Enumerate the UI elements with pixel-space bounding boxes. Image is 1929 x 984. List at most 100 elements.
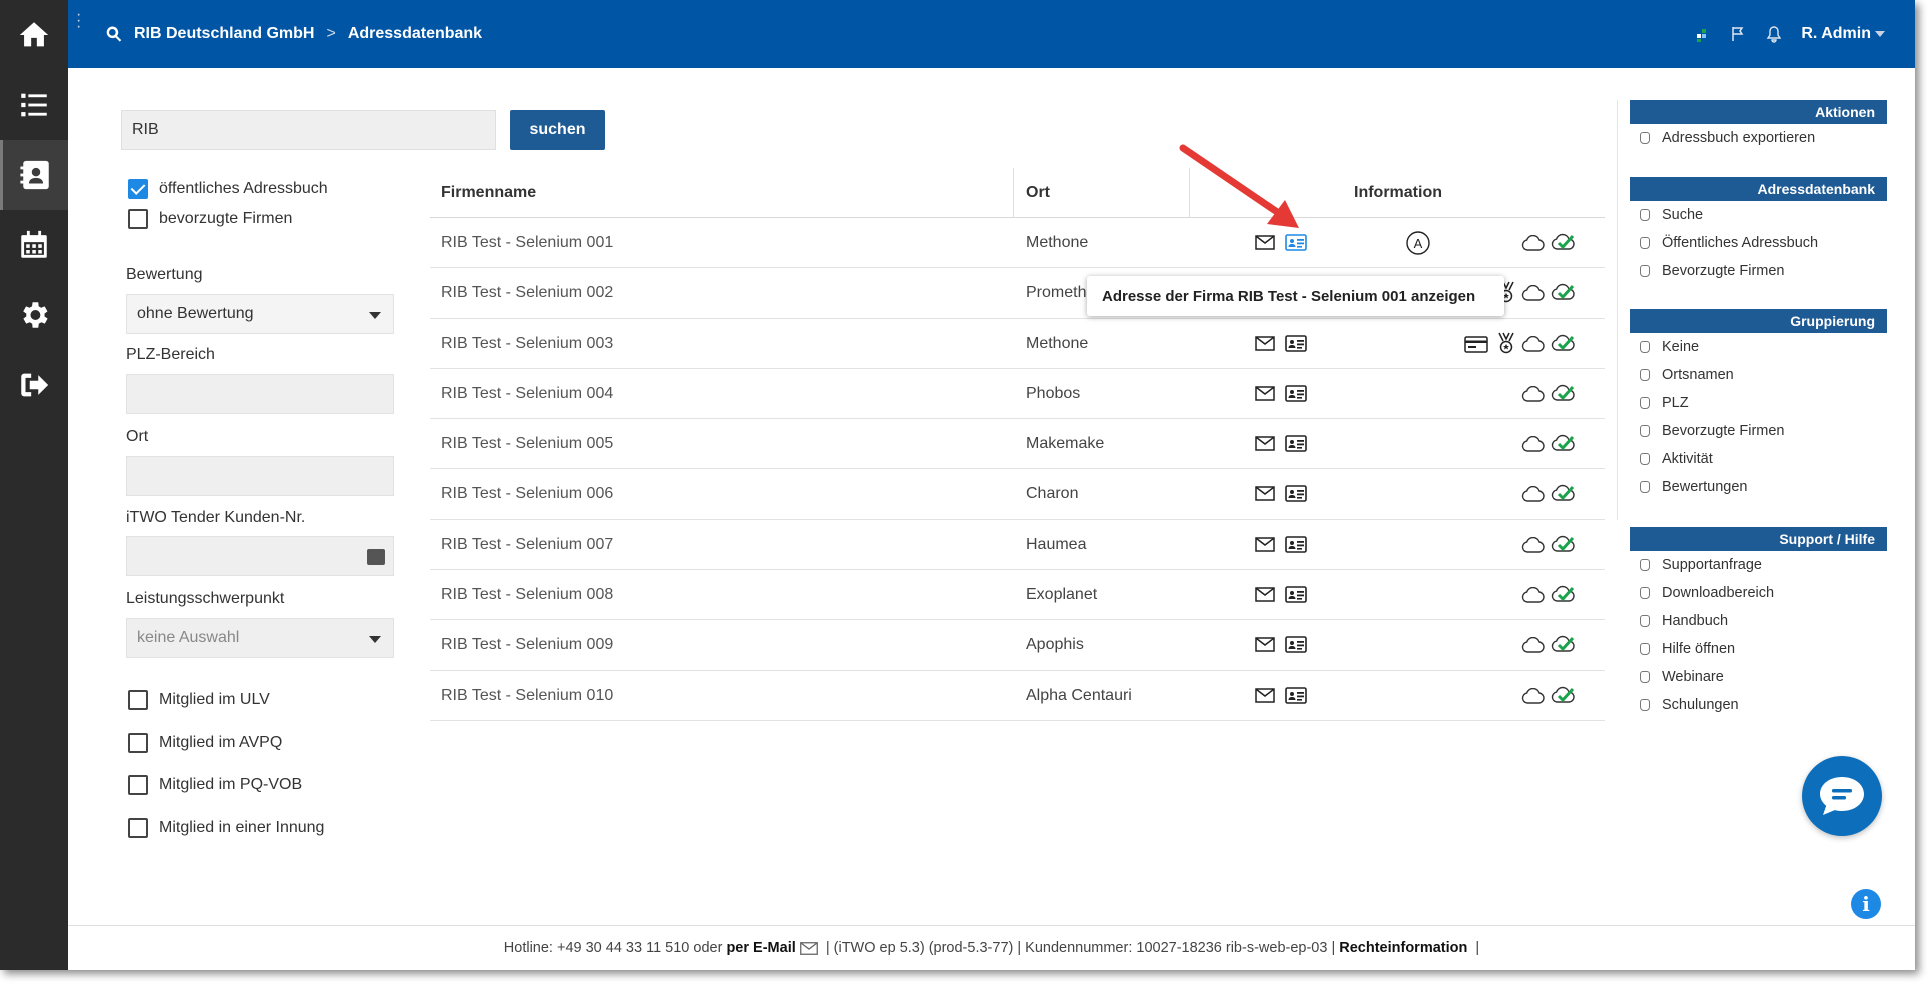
firm-name[interactable]: RIB Test - Selenium 003 [441, 319, 613, 369]
sidebar-link[interactable]: Aktivität [1630, 445, 1887, 473]
sidebar-link[interactable]: Bevorzugte Firmen [1630, 257, 1887, 285]
sidebar-link[interactable]: Bewertungen [1630, 473, 1887, 501]
address-card-icon[interactable] [1285, 435, 1307, 452]
column-header-firmenname[interactable]: Firmenname [441, 168, 536, 218]
filter-membership-pqvob[interactable]: Mitglied im PQ-VOB [128, 775, 302, 795]
footer: Hotline: +49 30 44 33 11 510 oder per E-… [68, 925, 1915, 970]
mail-icon[interactable] [1255, 537, 1275, 552]
bell-icon[interactable] [1765, 25, 1783, 43]
search-button[interactable]: suchen [510, 110, 605, 150]
mail-icon[interactable] [1255, 486, 1275, 502]
mail-icon[interactable] [1255, 637, 1275, 653]
address-card-icon[interactable] [1285, 586, 1307, 603]
sidebar-link[interactable]: PLZ [1630, 389, 1887, 417]
customer-no-input[interactable] [126, 536, 394, 576]
table-row[interactable]: RIB Test - Selenium 004 Phobos [430, 369, 1605, 420]
chat-button[interactable] [1802, 756, 1882, 836]
breadcrumb-company[interactable]: RIB Deutschland GmbH [134, 25, 314, 43]
table-row[interactable]: RIB Test - Selenium 007 Haumea [430, 520, 1605, 571]
table-row[interactable]: RIB Test - Selenium 010 Alpha Centauri [430, 671, 1605, 721]
sidebar-link[interactable]: Handbuch [1630, 607, 1887, 635]
address-card-icon[interactable] [1285, 485, 1307, 503]
mail-icon[interactable] [1255, 687, 1275, 703]
cloud-check-icon [1551, 585, 1577, 603]
sidebar-link[interactable]: Suche [1630, 201, 1887, 229]
membership-label: Mitglied im ULV [159, 691, 270, 708]
filter-preferred-firms[interactable]: bevorzugte Firmen [128, 209, 292, 229]
firm-name[interactable]: RIB Test - Selenium 005 [441, 419, 613, 469]
mail-icon[interactable] [799, 941, 818, 955]
more-vertical-icon[interactable]: · · · [76, 7, 81, 35]
search-input[interactable] [121, 110, 496, 150]
breadcrumb-page: Adressdatenbank [347, 25, 483, 42]
rating-select[interactable]: ohne Bewertung [126, 294, 394, 334]
sidebar-link-label: Webinare [1662, 669, 1724, 685]
cloud-check-icon [1551, 686, 1577, 704]
checkbox[interactable] [128, 690, 148, 710]
filter-membership-avpq[interactable]: Mitglied im AVPQ [128, 733, 282, 753]
firm-name[interactable]: RIB Test - Selenium 008 [441, 570, 613, 620]
contacts-nav[interactable] [0, 140, 68, 210]
column-header-ort[interactable]: Ort [1026, 168, 1050, 218]
filter-public-addressbook[interactable]: öffentliches Adressbuch [128, 179, 328, 199]
info-icon[interactable]: i [1851, 889, 1881, 919]
sidebar-link[interactable]: Öffentliches Adressbuch [1630, 229, 1887, 257]
firm-name[interactable]: RIB Test - Selenium 006 [441, 469, 613, 519]
table-row[interactable]: RIB Test - Selenium 001 Methone A [430, 218, 1605, 269]
sidebar-panel-support: Support / Hilfe Supportanfrage Downloadber… [1630, 527, 1887, 719]
city-input[interactable] [126, 456, 394, 496]
list-nav[interactable] [0, 70, 68, 140]
home-nav[interactable] [0, 0, 68, 70]
checkbox-checked[interactable] [128, 179, 148, 199]
checkbox[interactable] [128, 775, 148, 795]
firm-name[interactable]: RIB Test - Selenium 009 [441, 620, 613, 670]
sidebar-link[interactable]: Hilfe öffnen [1630, 635, 1887, 663]
flag-icon[interactable] [1729, 25, 1747, 43]
firm-name[interactable]: RIB Test - Selenium 007 [441, 520, 613, 570]
apps-icon[interactable] [1693, 25, 1711, 43]
address-card-icon[interactable] [1285, 535, 1307, 553]
mail-icon[interactable] [1255, 587, 1275, 602]
settings-nav[interactable] [0, 280, 68, 350]
sidebar-link[interactable]: Schulungen [1630, 691, 1887, 719]
sidebar-link[interactable]: Webinare [1630, 663, 1887, 691]
table-row[interactable]: RIB Test - Selenium 006 Charon [430, 469, 1605, 520]
search-icon[interactable] [104, 24, 124, 44]
mail-icon[interactable] [1255, 335, 1275, 351]
firm-name[interactable]: RIB Test - Selenium 004 [441, 369, 613, 419]
table-row[interactable]: RIB Test - Selenium 003 Methone [430, 319, 1605, 369]
filter-membership-ulv[interactable]: Mitglied im ULV [128, 690, 270, 710]
logout-nav[interactable] [0, 350, 68, 420]
checkbox[interactable] [128, 733, 148, 753]
zip-input[interactable] [126, 374, 394, 414]
sidebar-link-label: Suche [1662, 207, 1704, 223]
footer-legal-link[interactable]: Rechteinformation [1339, 940, 1467, 956]
firm-name[interactable]: RIB Test - Selenium 001 [441, 218, 613, 268]
address-card-icon[interactable] [1285, 385, 1307, 402]
calendar-icon [21, 230, 47, 258]
address-card-icon[interactable] [1285, 334, 1307, 352]
sidebar-link[interactable]: Adressbuch exportieren [1630, 124, 1887, 152]
filter-membership-innung[interactable]: Mitglied in einer Innung [128, 818, 324, 838]
table-row[interactable]: RIB Test - Selenium 005 Makemake [430, 419, 1605, 470]
checkbox[interactable] [128, 818, 148, 838]
firm-name[interactable]: RIB Test - Selenium 010 [441, 671, 613, 721]
mail-icon[interactable] [1255, 386, 1275, 401]
mail-icon[interactable] [1255, 436, 1275, 451]
sidebar-link[interactable]: Supportanfrage [1630, 551, 1887, 579]
table-row[interactable]: RIB Test - Selenium 008 Exoplanet [430, 570, 1605, 621]
sidebar-link[interactable]: Ortsnamen [1630, 361, 1887, 389]
sidebar-link[interactable]: Bevorzugte Firmen [1630, 417, 1887, 445]
sidebar-link[interactable]: Downloadbereich [1630, 579, 1887, 607]
address-card-icon[interactable] [1285, 636, 1307, 654]
sidebar-link[interactable]: Keine [1630, 333, 1887, 361]
keyboard-icon[interactable] [367, 549, 385, 565]
user-menu[interactable]: R. Admin [1801, 25, 1885, 43]
calendar-nav[interactable] [0, 210, 68, 280]
address-card-icon[interactable] [1285, 686, 1307, 704]
firm-name[interactable]: RIB Test - Selenium 002 [441, 268, 613, 318]
focus-select[interactable]: keine Auswahl [126, 618, 394, 658]
checkbox[interactable] [128, 209, 148, 229]
table-row[interactable]: RIB Test - Selenium 009 Apophis [430, 620, 1605, 671]
footer-email-link[interactable]: per E-Mail [726, 940, 795, 956]
